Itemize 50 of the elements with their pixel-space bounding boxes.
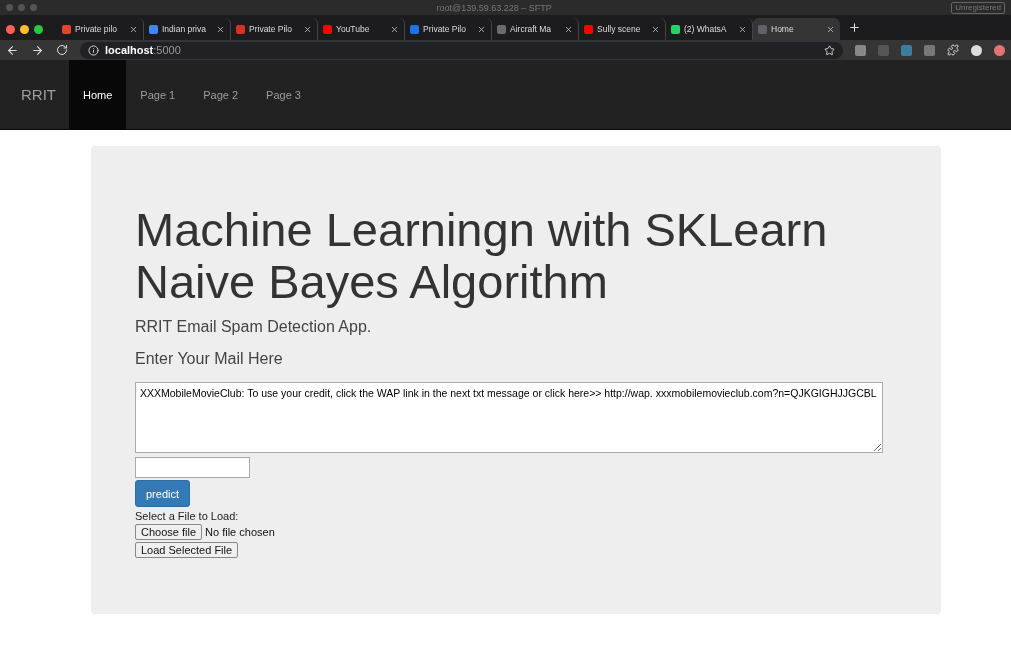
predict-button[interactable]: predict: [135, 480, 191, 507]
browser-tab[interactable]: Home: [753, 18, 840, 40]
info-icon: [88, 44, 99, 56]
tab-title: Private Pilo: [423, 24, 467, 34]
back-icon[interactable]: [6, 43, 19, 57]
file-status: No file chosen: [205, 526, 275, 538]
tab-title: Aircraft Ma: [510, 24, 553, 34]
tab-title: Indian priva: [162, 24, 207, 34]
nav-link[interactable]: Page 3: [252, 60, 315, 129]
tab-title: (2) WhatsA: [684, 24, 728, 34]
url-text: localhost:5000: [105, 44, 181, 56]
extension-icon[interactable]: [924, 44, 935, 56]
close-icon[interactable]: [390, 24, 399, 34]
close-icon[interactable]: [651, 24, 660, 34]
tab-title: Sully scene: [597, 24, 642, 34]
load-file-button[interactable]: Load Selected File: [135, 542, 239, 558]
profile-icon[interactable]: [971, 44, 982, 56]
file-label: Select a File to Load:: [135, 510, 240, 522]
address-bar[interactable]: localhost:5000: [80, 41, 843, 59]
close-icon[interactable]: [303, 24, 312, 34]
puzzle-icon[interactable]: [947, 44, 959, 56]
tab-title: Home: [771, 24, 795, 34]
close-icon[interactable]: [564, 24, 573, 34]
subtitle: RRIT Email Spam Detection App.: [135, 318, 373, 336]
new-tab-icon[interactable]: [848, 21, 861, 34]
tab-title: YouTube: [336, 24, 371, 34]
brand[interactable]: RRIT: [8, 60, 69, 129]
close-icon[interactable]: [738, 24, 747, 34]
nav-link[interactable]: Home: [69, 60, 127, 129]
extension-icon[interactable]: [855, 44, 866, 56]
star-icon[interactable]: [824, 44, 835, 56]
nav-link[interactable]: Page 2: [189, 60, 253, 129]
close-icon[interactable]: [826, 24, 835, 34]
result-field[interactable]: [135, 457, 250, 478]
page-heading: Machine Learningn with SKLearn Naive Bayes Algorithm: [135, 204, 829, 308]
reload-icon[interactable]: [56, 44, 68, 56]
close-icon[interactable]: [216, 24, 225, 34]
close-icon[interactable]: [477, 24, 486, 34]
prompt-text: Enter Your Mail Here: [135, 350, 284, 368]
extension-icon[interactable]: [901, 44, 912, 56]
tab-title: Private pilo: [75, 24, 119, 34]
choose-file-button[interactable]: Choose file: [135, 524, 203, 540]
tab-title: Private Pilo: [249, 24, 293, 34]
extension-icon[interactable]: [994, 44, 1005, 56]
close-icon[interactable]: [129, 24, 138, 34]
license-badge: Unregistered: [951, 1, 1005, 14]
nav-link[interactable]: Page 1: [126, 60, 190, 129]
forward-icon[interactable]: [31, 43, 44, 57]
message-field[interactable]: XXXMobileMovieClub: To use your credit, click the WAP link in the next txt message or click here>> http://wap. xxxmobilemovieclub.com?n=QJKGIGHJJGCBL: [135, 382, 883, 453]
window-title: root@139.59.63.228 – SFTP: [436, 2, 552, 13]
